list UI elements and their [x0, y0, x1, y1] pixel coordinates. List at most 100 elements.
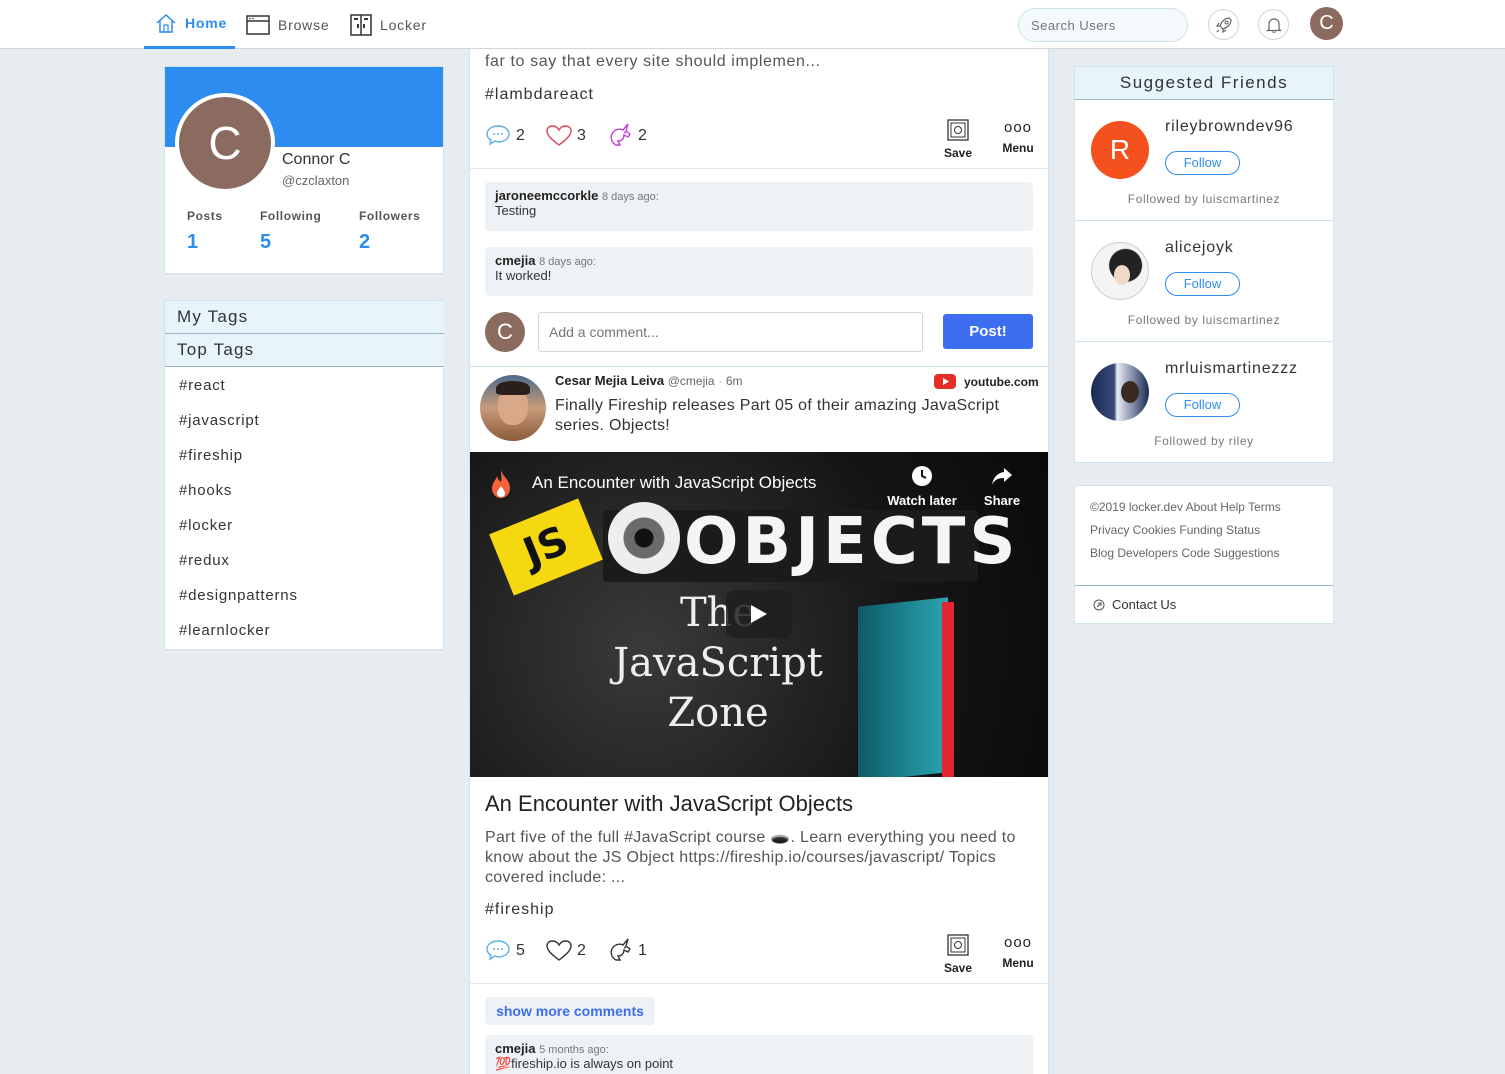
profile-name: Connor C: [282, 151, 351, 168]
suggested-friend: mrluismartinezzz Follow Followed by rile…: [1075, 342, 1333, 463]
tag-item[interactable]: #redux: [179, 552, 230, 569]
friend-name[interactable]: rileybrowndev96: [1165, 118, 1294, 136]
contact-us-label: Contact Us: [1112, 597, 1177, 612]
post-comment-button[interactable]: Post!: [943, 314, 1033, 349]
friend-avatar[interactable]: R: [1091, 121, 1149, 179]
my-tags-header[interactable]: My Tags: [165, 301, 444, 334]
post2-source[interactable]: youtube.com: [934, 374, 1039, 389]
comment-item: cmejia 8 days ago: It worked!: [485, 247, 1033, 296]
divider: [470, 366, 1048, 367]
js-logo: JS: [489, 498, 603, 596]
clock-icon: [912, 466, 932, 486]
post2-author[interactable]: Cesar Mejia Leiva: [555, 373, 664, 388]
post2-menu-label: Menu: [1002, 956, 1034, 970]
post1-unicorn-count: 2: [638, 127, 647, 144]
stat-followers-label: Followers: [359, 209, 421, 223]
comment-time: 8 days ago:: [539, 256, 596, 268]
friend-name[interactable]: alicejoyk: [1165, 239, 1234, 257]
tag-item[interactable]: #javascript: [179, 412, 260, 429]
stat-posts-value[interactable]: 1: [187, 231, 198, 254]
stat-following-label: Following: [260, 209, 322, 223]
followed-by: Followed by luiscmartinez: [1127, 192, 1281, 206]
show-more-comments-button[interactable]: show more comments: [485, 997, 655, 1025]
tag-item[interactable]: #locker: [179, 517, 233, 534]
footer-link-row[interactable]: ©2019 locker.dev About Help Terms: [1090, 496, 1281, 519]
footer-link-row[interactable]: Privacy Cookies Funding Status: [1090, 519, 1281, 542]
search-users-input[interactable]: [1018, 8, 1188, 42]
rocket-button[interactable]: [1208, 9, 1239, 40]
nav-home[interactable]: Home: [144, 0, 235, 49]
post2-save-button[interactable]: Save: [944, 933, 972, 975]
contact-us-link[interactable]: Contact Us: [1093, 597, 1176, 612]
fire-icon: [492, 470, 510, 498]
tag-item[interactable]: #designpatterns: [179, 587, 298, 604]
javascript-zone-text: The JavaScript Zone: [598, 588, 838, 738]
unicorn-icon[interactable]: [606, 121, 634, 149]
post1-menu-label: Menu: [1002, 141, 1034, 155]
tag-item[interactable]: #hooks: [179, 482, 232, 499]
play-button[interactable]: [726, 590, 792, 638]
more-icon: ooo: [1003, 119, 1033, 136]
link-description: Part five of the full #JavaScript course…: [485, 829, 1016, 886]
stat-followers-value[interactable]: 2: [359, 231, 370, 254]
tag-item[interactable]: #fireship: [179, 447, 243, 464]
top-tags-header[interactable]: Top Tags: [165, 334, 444, 367]
comment-item: jaroneemccorkle 8 days ago: Testing: [485, 182, 1033, 231]
profile-handle: @czclaxton: [282, 173, 350, 188]
comment-item: cmejia 5 months ago: 💯fireship.io is alw…: [485, 1035, 1033, 1074]
divider: [1075, 585, 1333, 586]
heart-icon[interactable]: [545, 939, 573, 963]
profile-avatar-initial: C: [208, 117, 242, 169]
post2-source-label: youtube.com: [964, 374, 1039, 389]
nav-browse[interactable]: Browse: [246, 0, 329, 49]
nav-home-label: Home: [185, 15, 228, 31]
tag-item[interactable]: #learnlocker: [179, 622, 270, 639]
notifications-button[interactable]: [1258, 9, 1289, 40]
suggested-friends-card: Suggested Friends R rileybrowndev96 Foll…: [1074, 66, 1334, 463]
follow-button[interactable]: Follow: [1165, 151, 1240, 175]
share-button[interactable]: Share: [980, 464, 1024, 508]
heart-icon[interactable]: [545, 124, 573, 148]
video-title[interactable]: An Encounter with JavaScript Objects: [532, 473, 816, 493]
friend-avatar[interactable]: [1091, 242, 1149, 300]
post2-save-label: Save: [944, 961, 973, 975]
video-embed[interactable]: An Encounter with JavaScript Objects Wat…: [470, 452, 1048, 777]
followed-by: Followed by riley: [1154, 434, 1254, 448]
footer-links: ©2019 locker.dev About Help Terms Privac…: [1090, 496, 1281, 565]
friend-name[interactable]: mrluismartinezzz: [1165, 360, 1298, 378]
link-title[interactable]: An Encounter with JavaScript Objects: [485, 791, 853, 817]
objects-word: OBJECTS: [684, 505, 1020, 579]
post1-menu-button[interactable]: ooo Menu: [1000, 119, 1036, 156]
feed: far to say that every site should implem…: [469, 49, 1049, 1074]
comment-icon[interactable]: [485, 123, 511, 147]
author-avatar[interactable]: [480, 375, 546, 441]
post2-unicorn-count: 1: [638, 942, 647, 959]
comment-username[interactable]: cmejia: [495, 253, 535, 268]
tag-item[interactable]: #react: [179, 377, 226, 394]
nav-locker[interactable]: Locker: [350, 0, 427, 49]
home-icon: [156, 13, 176, 33]
user-avatar[interactable]: C: [1310, 7, 1343, 40]
youtube-icon: [934, 374, 956, 389]
post2-tag[interactable]: #fireship: [485, 901, 554, 919]
stat-following-value[interactable]: 5: [260, 231, 271, 254]
comment-text: 💯fireship.io is always on point: [495, 1056, 674, 1071]
profile-avatar[interactable]: C: [175, 93, 275, 193]
footer-link-row[interactable]: Blog Developers Code Suggestions: [1090, 542, 1281, 565]
comment-username[interactable]: cmejia: [495, 1041, 535, 1056]
rocket-icon: [1215, 16, 1232, 33]
watch-later-button[interactable]: Watch later: [887, 464, 957, 508]
post2-menu-button[interactable]: ooo Menu: [1000, 935, 1036, 971]
post1-tag[interactable]: #lambdareact: [485, 86, 594, 104]
post1-comment-count: 2: [516, 127, 525, 144]
comment-username[interactable]: jaroneemccorkle: [495, 188, 598, 203]
friend-avatar[interactable]: [1091, 363, 1149, 421]
comment-input[interactable]: [538, 312, 923, 352]
unicorn-icon[interactable]: [606, 936, 634, 964]
follow-button[interactable]: Follow: [1165, 393, 1240, 417]
post1-save-button[interactable]: Save: [944, 118, 972, 160]
follow-button[interactable]: Follow: [1165, 272, 1240, 296]
comment-icon[interactable]: [485, 938, 511, 962]
external-link-icon: [1093, 599, 1105, 610]
followed-by: Followed by luiscmartinez: [1127, 313, 1281, 327]
